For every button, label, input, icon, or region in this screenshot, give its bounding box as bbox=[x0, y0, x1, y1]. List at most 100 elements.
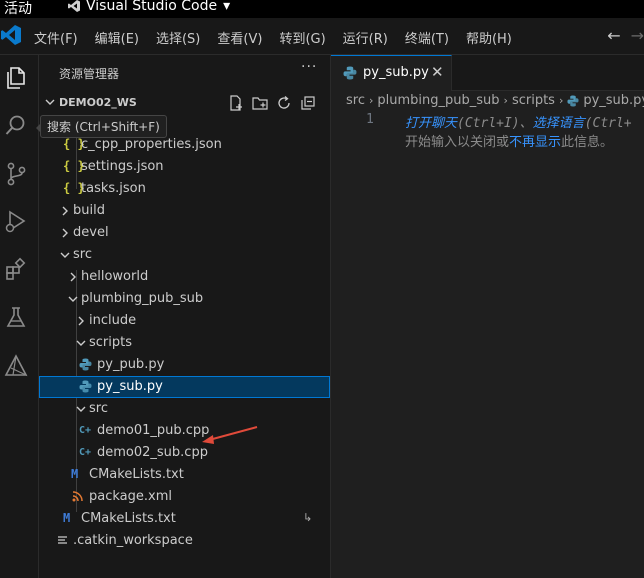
tree-item-label: devel bbox=[73, 225, 109, 240]
refresh-icon[interactable] bbox=[275, 94, 293, 112]
search-icon[interactable] bbox=[3, 113, 29, 139]
chevron-down-icon bbox=[45, 99, 55, 105]
tree-item-include[interactable]: include bbox=[39, 310, 330, 332]
workspace-actions bbox=[227, 94, 317, 112]
tree-item-label: CMakeLists.txt bbox=[81, 511, 176, 526]
chevron-down-icon bbox=[68, 296, 78, 302]
breadcrumb-item[interactable]: plumbing_pub_sub bbox=[377, 93, 499, 108]
more-actions-icon[interactable]: ··· bbox=[301, 59, 317, 75]
chevron-down-icon bbox=[76, 340, 86, 346]
tree-item-src-inner[interactable]: src bbox=[39, 398, 330, 420]
tree-item-cmakelists-root[interactable]: M CMakeLists.txt ↳ bbox=[39, 508, 330, 530]
testing-icon[interactable] bbox=[3, 305, 29, 331]
hint-text: 开始输入以关闭或 bbox=[405, 135, 510, 150]
chevron-right-icon bbox=[62, 206, 68, 216]
explorer-icon[interactable] bbox=[3, 65, 29, 91]
dont-show-again-link[interactable]: 不再显示 bbox=[509, 135, 561, 150]
activity-bar bbox=[0, 55, 39, 578]
tab-label: py_sub.py bbox=[363, 65, 429, 80]
menu-selection[interactable]: 选择(S) bbox=[156, 28, 200, 47]
symlink-icon: ↳ bbox=[303, 511, 313, 524]
tree-item-label: settings.json bbox=[81, 159, 164, 174]
tree-item-label: plumbing_pub_sub bbox=[81, 291, 204, 306]
python-file-icon bbox=[79, 380, 92, 393]
cmake-file-icon: M bbox=[63, 511, 71, 525]
chevron-down-icon: ▾ bbox=[223, 0, 231, 14]
breadcrumb-item[interactable]: py_sub.py bbox=[583, 93, 644, 108]
tree-item-settings[interactable]: { } settings.json bbox=[39, 156, 330, 178]
workspace-name: DEMO02_WS bbox=[59, 96, 137, 109]
tree-item-src[interactable]: src bbox=[39, 244, 330, 266]
tree-item-label: build bbox=[73, 203, 105, 218]
breadcrumb-separator: › bbox=[558, 94, 564, 107]
tree-item-helloworld[interactable]: helloworld bbox=[39, 266, 330, 288]
tree-item-scripts[interactable]: scripts bbox=[39, 332, 330, 354]
menu-go[interactable]: 转到(G) bbox=[279, 28, 325, 47]
source-control-icon[interactable] bbox=[3, 161, 29, 187]
sidebar-title: 资源管理器 bbox=[59, 67, 120, 81]
tree-item-label: .catkin_workspace bbox=[73, 533, 193, 548]
tree-item-tasks[interactable]: { } tasks.json bbox=[39, 178, 330, 200]
menu-edit[interactable]: 编辑(E) bbox=[95, 28, 139, 47]
editor-tab-bar: py_sub.py ✕ bbox=[331, 55, 644, 91]
cmake-icon[interactable] bbox=[3, 353, 29, 379]
menu-file[interactable]: 文件(F) bbox=[34, 28, 78, 47]
menu-help[interactable]: 帮助(H) bbox=[466, 28, 512, 47]
breadcrumb-item[interactable]: scripts bbox=[512, 93, 555, 108]
menu-run[interactable]: 运行(R) bbox=[343, 28, 388, 47]
tree-item-label: py_sub.py bbox=[97, 379, 163, 394]
rss-xml-file-icon bbox=[72, 491, 83, 502]
activities-button[interactable]: 活动 bbox=[4, 0, 32, 18]
tree-item-label: demo01_pub.cpp bbox=[97, 423, 210, 438]
tree-item-label: c_cpp_properties.json bbox=[81, 137, 222, 152]
nav-buttons: ← → bbox=[607, 26, 644, 45]
vscode-logo-icon bbox=[1, 25, 21, 45]
app-menu[interactable]: Visual Studio Code ▾ bbox=[68, 0, 230, 14]
vscode-small-icon bbox=[68, 0, 80, 12]
tab-py-sub[interactable]: py_sub.py ✕ bbox=[331, 55, 452, 91]
tree-item-package-xml[interactable]: package.xml bbox=[39, 486, 330, 508]
hint-shortcut: (Ctrl+ bbox=[584, 116, 632, 131]
python-file-icon bbox=[343, 66, 357, 80]
new-folder-icon[interactable] bbox=[251, 94, 269, 112]
close-icon[interactable]: ✕ bbox=[431, 63, 444, 81]
hint-shortcut: (Ctrl+I) bbox=[457, 116, 520, 131]
back-arrow-icon[interactable]: ← bbox=[607, 26, 620, 45]
tree-item-label: include bbox=[89, 313, 137, 328]
python-file-icon bbox=[79, 358, 92, 371]
tree-item-cmakelists-inner[interactable]: M CMakeLists.txt bbox=[39, 464, 330, 486]
line-number: 1 bbox=[366, 112, 374, 127]
cpp-file-icon: C+ bbox=[79, 425, 92, 436]
breadcrumb-separator: › bbox=[368, 94, 374, 107]
tree-item-devel[interactable]: devel bbox=[39, 222, 330, 244]
breadcrumb-separator: › bbox=[503, 94, 508, 107]
tree-item-label: package.xml bbox=[89, 489, 172, 504]
tree-item-demo01[interactable]: C+ demo01_pub.cpp bbox=[39, 420, 330, 442]
tree-item-demo02[interactable]: C+ demo02_sub.cpp bbox=[39, 442, 330, 464]
chevron-down-icon bbox=[60, 252, 70, 258]
menu-bar: 文件(F) 编辑(E) 选择(S) 查看(V) 转到(G) 运行(R) 终端(T… bbox=[0, 18, 644, 55]
chevron-down-icon bbox=[76, 406, 86, 412]
workspace-header[interactable]: DEMO02_WS bbox=[39, 92, 330, 114]
hint-text: 此信息。 bbox=[561, 135, 614, 150]
extensions-icon[interactable] bbox=[3, 257, 29, 283]
tree-item-label: scripts bbox=[89, 335, 132, 350]
tree-item-py-sub[interactable]: py_sub.py bbox=[39, 376, 330, 398]
text-file-icon bbox=[58, 536, 67, 544]
cmake-file-icon: M bbox=[71, 467, 79, 481]
menu-view[interactable]: 查看(V) bbox=[217, 28, 262, 47]
tree-item-catkin-workspace[interactable]: .catkin_workspace bbox=[39, 530, 330, 552]
breadcrumb-item[interactable]: src bbox=[346, 93, 365, 108]
new-file-icon[interactable] bbox=[227, 94, 245, 112]
tree-item-plumbing-pub-sub[interactable]: plumbing_pub_sub bbox=[39, 288, 330, 310]
run-debug-icon[interactable] bbox=[3, 209, 29, 235]
select-language-link[interactable]: 选择语言 bbox=[533, 116, 585, 131]
menu-terminal[interactable]: 终端(T) bbox=[405, 28, 449, 47]
tree-item-build[interactable]: build bbox=[39, 200, 330, 222]
collapse-all-icon[interactable] bbox=[299, 94, 317, 112]
tree-item-py-pub[interactable]: py_pub.py bbox=[39, 354, 330, 376]
menu-list: 文件(F) 编辑(E) 选择(S) 查看(V) 转到(G) 运行(R) 终端(T… bbox=[34, 28, 529, 47]
forward-arrow-icon[interactable]: → bbox=[631, 26, 644, 45]
open-chat-link[interactable]: 打开聊天 bbox=[405, 116, 457, 131]
annotation-arrow bbox=[202, 426, 258, 444]
